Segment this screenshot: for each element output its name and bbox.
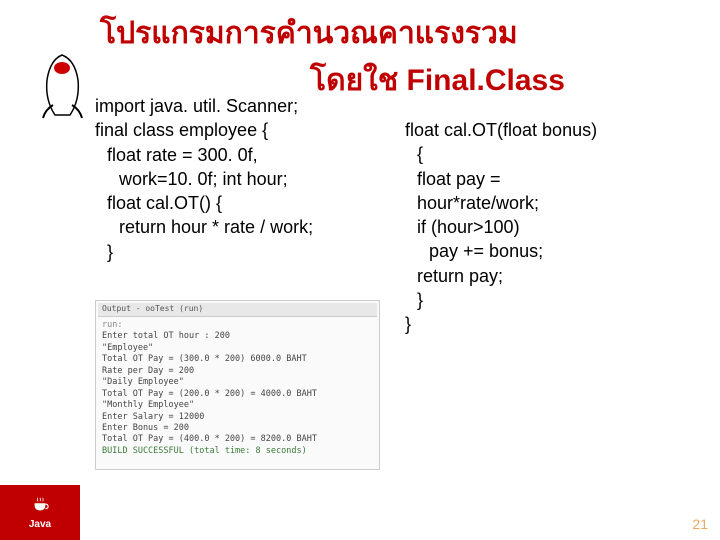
code-line: { (405, 142, 685, 166)
page-number: 21 (692, 516, 708, 532)
java-logo-text: Java (29, 519, 51, 530)
code-line: float cal.OT(float bonus) (405, 118, 685, 142)
console-line: "Daily Employee" (102, 377, 373, 388)
code-line: pay += bonus; (405, 239, 685, 263)
java-logo-icon: Java (0, 485, 80, 540)
code-line: } (405, 312, 685, 336)
code-line: } (405, 288, 685, 312)
console-line: Enter Bonus = 200 (102, 423, 373, 434)
code-line: } (95, 240, 405, 264)
code-block-right: float cal.OT(float bonus) { float pay = … (405, 118, 685, 337)
duke-mascot-icon (35, 50, 90, 120)
console-line: "Employee" (102, 343, 373, 354)
console-line: Rate per Day = 200 (102, 366, 373, 377)
console-line: run: (102, 320, 373, 331)
code-line: work=10. 0f; int hour; (95, 167, 405, 191)
code-block-left: import java. util. Scanner; final class … (95, 94, 405, 264)
title-line1: โปรแกรมการคำนวณคาแรงรวม (100, 10, 720, 57)
console-tab: Output - ooTest (run) (98, 303, 377, 317)
console-line: "Monthly Employee" (102, 400, 373, 411)
code-line: final class employee { (95, 118, 405, 142)
console-line: BUILD SUCCESSFUL (total time: 8 seconds) (102, 446, 373, 457)
console-line: Enter Salary = 12000 (102, 412, 373, 423)
console-line: Total OT Pay = (200.0 * 200) = 4000.0 BA… (102, 389, 373, 400)
code-line: float pay = (405, 167, 685, 191)
console-line: Enter total OT hour : 200 (102, 331, 373, 342)
code-line: if (hour>100) (405, 215, 685, 239)
code-line: return pay; (405, 264, 685, 288)
code-line: import java. util. Scanner; (95, 94, 405, 118)
console-line: Total OT Pay = (400.0 * 200) = 8200.0 BA… (102, 434, 373, 445)
code-line: float rate = 300. 0f, (95, 143, 405, 167)
output-console-image: Output - ooTest (run) run: Enter total O… (95, 300, 380, 470)
code-line: float cal.OT() { (95, 191, 405, 215)
console-body: run: Enter total OT hour : 200 "Employee… (98, 317, 377, 461)
console-line: Total OT Pay = (300.0 * 200) 6000.0 BAHT (102, 354, 373, 365)
slide-title: โปรแกรมการคำนวณคาแรงรวม โดยใช Final.Clas… (0, 0, 720, 104)
code-line: return hour * rate / work; (95, 215, 405, 239)
code-line: hour*rate/work; (405, 191, 685, 215)
